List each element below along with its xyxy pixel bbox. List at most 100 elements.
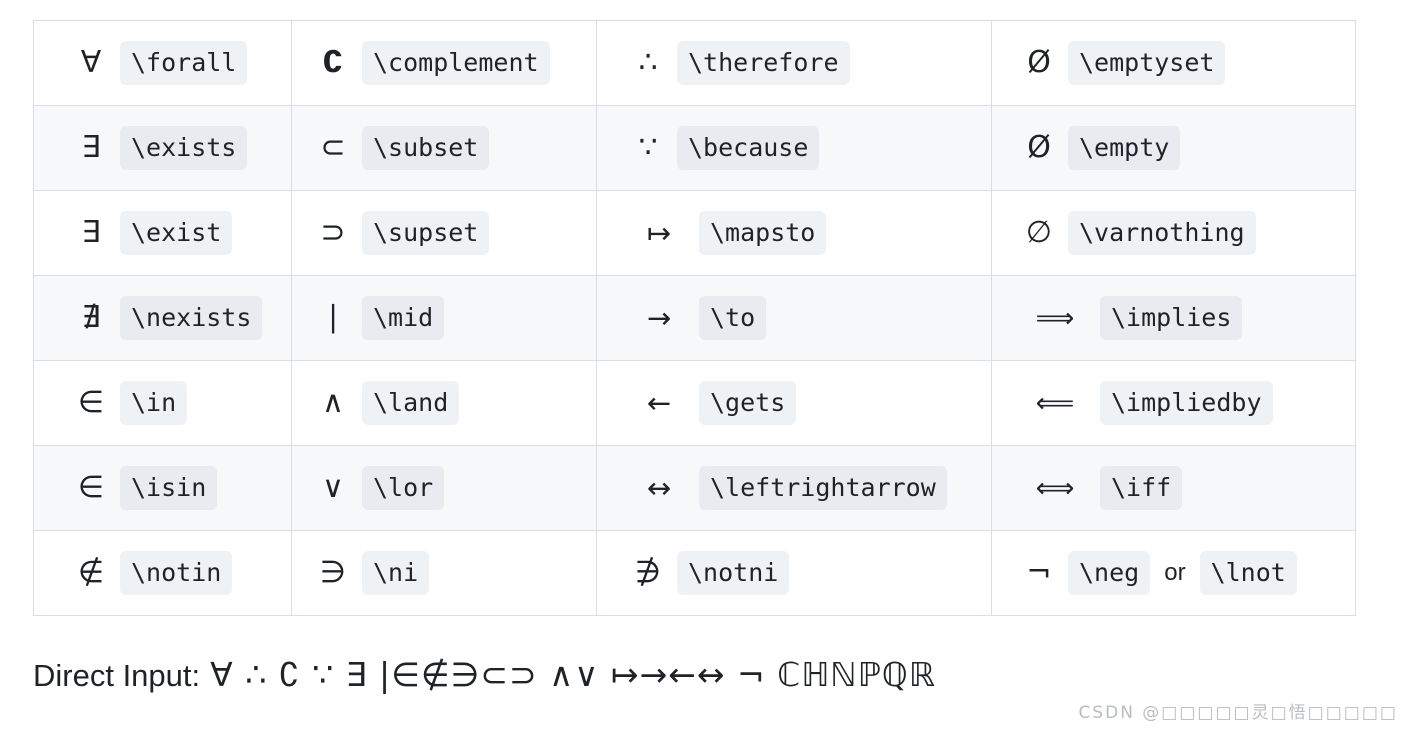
latex-code-chip[interactable]: \iff — [1100, 466, 1183, 510]
symbol-cell: ∨ \lor — [291, 445, 597, 531]
math-symbol-glyph: ⟹ — [1035, 302, 1075, 334]
symbol-cell-content: ∨ \lor — [308, 466, 580, 510]
symbol-cell-content: ∌ \notni — [613, 551, 975, 595]
table-row: ∃ \exist ⊃ \supset ↦ \mapsto ∅ \varnothing — [33, 190, 1356, 276]
table-row: ∀ \forall ∁ \complement ∴ \therefore Ø \emptyse… — [33, 20, 1356, 106]
symbol-cell: ∌ \notni — [596, 530, 992, 616]
symbol-cell: ∄ \nexists — [33, 275, 292, 361]
latex-code-chip[interactable]: \exists — [120, 126, 248, 170]
latex-code-chip[interactable]: \notni — [677, 551, 790, 595]
latex-code-chip[interactable]: \gets — [699, 381, 797, 425]
latex-code-chip[interactable]: \to — [699, 296, 767, 340]
symbol-cell-content: ⊂ \subset — [308, 126, 580, 170]
latex-code-chip[interactable]: \mid — [362, 296, 445, 340]
latex-code-chip[interactable]: \notin — [120, 551, 233, 595]
math-symbol-glyph: ∣ — [325, 300, 341, 335]
latex-code-chip[interactable]: \emptyset — [1068, 41, 1226, 85]
symbol-cell-content: ∃ \exists — [50, 126, 275, 170]
latex-code-chip[interactable]: \forall — [120, 41, 248, 85]
math-symbol-glyph: ↦ — [646, 215, 672, 250]
latex-code-chip[interactable]: \lnot — [1199, 551, 1297, 595]
symbol-cell-content: ↔ \leftrightarrow — [613, 466, 975, 510]
table-row: ∈ \in ∧ \land ← \gets ⟸ \impliedby — [33, 360, 1356, 446]
math-symbol-glyph: → — [646, 300, 672, 335]
latex-code-chip[interactable]: \implies — [1100, 296, 1243, 340]
symbol-cell: ← \gets — [596, 360, 992, 446]
symbol-cell-content: Ø \empty — [1008, 126, 1339, 170]
symbol-cell: Ø \emptyset — [991, 20, 1356, 106]
symbol-cell-content: ∁ \complement — [308, 41, 580, 85]
latex-code-chip[interactable]: \varnothing — [1068, 211, 1256, 255]
latex-code-chip[interactable]: \empty — [1068, 126, 1181, 170]
symbol-cell: ∉ \notin — [33, 530, 292, 616]
symbol-cell-content: ∈ \isin — [50, 466, 275, 510]
symbol-cell: ∋ \ni — [291, 530, 597, 616]
symbol-cell: Ø \empty — [991, 105, 1356, 191]
symbol-cell-content: ∣ \mid — [308, 296, 580, 340]
symbol-cell: ∁ \complement — [291, 20, 597, 106]
math-symbol-glyph: ∃ — [81, 130, 101, 165]
math-symbol-glyph: ∋ — [319, 555, 347, 590]
latex-code-chip[interactable]: \complement — [362, 41, 550, 85]
symbol-cell-content: ↦ \mapsto — [613, 211, 975, 255]
math-symbol-glyph: ⊂ — [320, 130, 346, 165]
symbol-cell-content: ⊃ \supset — [308, 211, 580, 255]
math-symbol-glyph: ∅ — [1025, 215, 1053, 250]
symbol-cell-content: ∈ \in — [50, 381, 275, 425]
latex-code-chip[interactable]: \therefore — [677, 41, 850, 85]
latex-code-chip[interactable]: \because — [677, 126, 820, 170]
symbol-cell-content: ∵ \because — [613, 126, 975, 170]
latex-code-chip[interactable]: \land — [362, 381, 460, 425]
symbol-cell-content: Ø \emptyset — [1008, 41, 1339, 85]
symbol-cell-content: ∄ \nexists — [50, 296, 275, 340]
math-symbol-glyph: ↔ — [646, 470, 672, 505]
latex-code-chip[interactable]: \impliedby — [1100, 381, 1273, 425]
symbol-cell: ∃ \exists — [33, 105, 292, 191]
latex-code-chip[interactable]: \ni — [362, 551, 430, 595]
latex-symbol-table: ∀ \forall ∁ \complement ∴ \therefore Ø \emptyse… — [33, 20, 1356, 616]
symbol-cell-content: ← \gets — [613, 381, 975, 425]
symbol-cell: → \to — [596, 275, 992, 361]
latex-code-chip[interactable]: \subset — [362, 126, 490, 170]
symbol-cell: ∧ \land — [291, 360, 597, 446]
math-symbol-glyph: ¬ — [1026, 555, 1052, 590]
symbol-cell: ⟺ \iff — [991, 445, 1356, 531]
math-symbol-glyph: Ø — [1027, 130, 1051, 165]
latex-code-chip[interactable]: \nexists — [120, 296, 263, 340]
symbol-cell: ∈ \in — [33, 360, 292, 446]
table-row: ∉ \notin ∋ \ni ∌ \notni ¬ \neg or \lnot — [33, 530, 1356, 616]
latex-code-chip[interactable]: \neg — [1068, 551, 1151, 595]
latex-code-chip[interactable]: \lor — [362, 466, 445, 510]
symbol-cell: ⊂ \subset — [291, 105, 597, 191]
symbol-cell-content: ∀ \forall — [50, 41, 275, 85]
math-symbol-glyph: Ø — [1027, 45, 1051, 80]
latex-code-chip[interactable]: \in — [120, 381, 188, 425]
symbol-cell-content: ⟹ \implies — [1008, 296, 1339, 340]
math-symbol-glyph: ∈ — [77, 385, 105, 420]
symbol-cell: ∣ \mid — [291, 275, 597, 361]
math-symbol-glyph: ⊃ — [320, 215, 346, 250]
math-symbol-glyph: ∉ — [77, 555, 105, 590]
symbol-cell-content: ∅ \varnothing — [1008, 211, 1339, 255]
math-symbol-glyph: ∁ — [322, 45, 344, 80]
symbol-cell-content: ⟸ \impliedby — [1008, 381, 1339, 425]
math-symbol-glyph: ⟺ — [1035, 472, 1075, 504]
symbol-cell: ↔ \leftrightarrow — [596, 445, 992, 531]
symbol-cell: ¬ \neg or \lnot — [991, 530, 1356, 616]
latex-code-chip[interactable]: \mapsto — [699, 211, 827, 255]
code-separator-text: or — [1164, 559, 1186, 586]
latex-code-chip[interactable]: \exist — [120, 211, 233, 255]
direct-input-glyphs: ∀ ∴ ∁ ∵ ∃ |∈∉∋⊂⊃ ∧∨ ↦→←↔ ¬ ℂℍℕℙℚℝ — [210, 655, 936, 694]
latex-code-chip[interactable]: \supset — [362, 211, 490, 255]
latex-code-chip[interactable]: \isin — [120, 466, 218, 510]
symbol-cell-content: ¬ \neg or \lnot — [1008, 551, 1339, 595]
symbol-cell: ∅ \varnothing — [991, 190, 1356, 276]
table-row: ∄ \nexists ∣ \mid → \to ⟹ \implies — [33, 275, 1356, 361]
latex-code-chip[interactable]: \leftrightarrow — [699, 466, 947, 510]
symbol-cell: ∴ \therefore — [596, 20, 992, 106]
math-symbol-glyph: ← — [646, 385, 672, 420]
latex-symbol-reference-page: ∀ \forall ∁ \complement ∴ \therefore Ø \emptyse… — [0, 0, 1406, 731]
symbol-cell: ∈ \isin — [33, 445, 292, 531]
math-symbol-glyph: ∌ — [634, 555, 662, 590]
symbol-cell-content: ∋ \ni — [308, 551, 580, 595]
